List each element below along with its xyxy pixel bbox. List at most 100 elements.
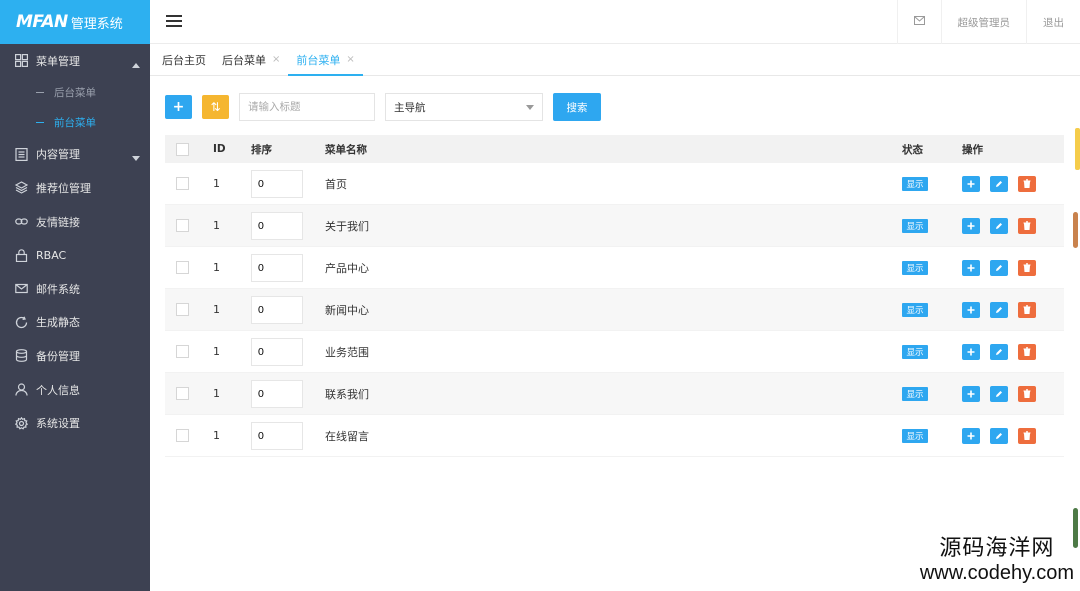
row-checkbox[interactable] (176, 387, 189, 400)
sort-order-input[interactable] (251, 169, 303, 198)
pencil-icon (996, 306, 1002, 313)
sidebar-subitem-frontend-menu[interactable]: 前台菜单 (0, 108, 150, 138)
delete-button[interactable] (1018, 343, 1036, 360)
mail-button[interactable] (896, 0, 941, 44)
add-child-button[interactable] (962, 427, 980, 444)
table-header: ID 排序 菜单名称 状态 操作 (165, 135, 1064, 163)
chevron-down-icon (526, 101, 534, 113)
sidebar: MFAN 管理系统 菜单管理 后台菜单 前台菜单 内容管理 推荐位管理 友情链接… (0, 0, 150, 591)
add-child-button[interactable] (962, 175, 980, 192)
current-user-link[interactable]: 超级管理员 (940, 0, 1027, 44)
delete-button[interactable] (1018, 301, 1036, 318)
delete-button[interactable] (1018, 175, 1036, 192)
dash-icon (36, 122, 44, 124)
search-input[interactable] (239, 93, 375, 121)
trash-icon (1023, 179, 1031, 188)
add-child-button[interactable] (962, 385, 980, 402)
sort-order-input[interactable] (251, 421, 303, 450)
mail-icon (913, 16, 925, 28)
sort-order-input[interactable] (251, 337, 303, 366)
cell-menu-name: 产品中心 (325, 261, 369, 275)
document-icon (14, 147, 28, 161)
trash-icon (1023, 263, 1031, 272)
sidebar-item-backup[interactable]: 备份管理 (0, 339, 150, 373)
sort-order-input[interactable] (251, 253, 303, 282)
row-checkbox[interactable] (176, 177, 189, 190)
user-icon (14, 383, 28, 397)
table-body: 1 首页 显示 1 关于我们 显示 (165, 163, 1064, 457)
delete-button[interactable] (1018, 427, 1036, 444)
edit-button[interactable] (990, 175, 1008, 192)
sidebar-item-profile[interactable]: 个人信息 (0, 373, 150, 407)
add-child-button[interactable] (962, 259, 980, 276)
row-checkbox[interactable] (176, 429, 189, 442)
edit-button[interactable] (990, 217, 1008, 234)
add-button[interactable]: + (165, 95, 192, 119)
add-child-button[interactable] (962, 217, 980, 234)
sort-button[interactable]: ⇅ (202, 95, 229, 119)
tab-backend-menu[interactable]: 后台菜单 × (214, 44, 288, 75)
sidebar-item-static[interactable]: 生成静态 (0, 306, 150, 340)
category-select[interactable]: 主导航 (385, 93, 543, 121)
edit-button[interactable] (990, 385, 1008, 402)
row-actions (962, 385, 1062, 402)
pencil-icon (996, 390, 1002, 397)
status-toggle-button[interactable]: 显示 (902, 260, 928, 275)
column-header-name: 菜单名称 (325, 143, 367, 156)
sidebar-item-menu-management[interactable]: 菜单管理 (0, 44, 150, 78)
status-toggle-button[interactable]: 显示 (902, 344, 928, 359)
status-toggle-button[interactable]: 显示 (902, 218, 928, 233)
plus-icon (967, 348, 975, 355)
status-toggle-button[interactable]: 显示 (902, 386, 928, 401)
sort-order-input[interactable] (251, 379, 303, 408)
cell-id: 1 (213, 219, 220, 232)
close-icon[interactable]: × (346, 54, 354, 65)
close-icon[interactable]: × (272, 54, 280, 65)
edit-button[interactable] (990, 301, 1008, 318)
row-checkbox[interactable] (176, 345, 189, 358)
hamburger-menu-icon[interactable] (166, 12, 182, 32)
sort-order-input[interactable] (251, 211, 303, 240)
sidebar-item-mail[interactable]: 邮件系统 (0, 272, 150, 306)
status-toggle-button[interactable]: 显示 (902, 176, 928, 191)
row-actions (962, 259, 1062, 276)
logo[interactable]: MFAN 管理系统 (0, 0, 150, 44)
sidebar-item-label: 邮件系统 (36, 282, 80, 296)
dash-icon (36, 92, 44, 94)
search-button[interactable]: 搜索 (553, 93, 601, 121)
edit-button[interactable] (990, 427, 1008, 444)
scrollbar-thumb[interactable] (1073, 212, 1078, 248)
row-checkbox[interactable] (176, 261, 189, 274)
sidebar-item-content-management[interactable]: 内容管理 (0, 138, 150, 172)
grid-icon (14, 54, 28, 68)
scrollbar-thumb[interactable] (1073, 508, 1078, 548)
sidebar-item-label: 个人信息 (36, 383, 80, 397)
add-child-button[interactable] (962, 301, 980, 318)
delete-button[interactable] (1018, 385, 1036, 402)
tab-frontend-menu[interactable]: 前台菜单 × (288, 44, 364, 76)
row-checkbox[interactable] (176, 219, 189, 232)
delete-button[interactable] (1018, 259, 1036, 276)
sidebar-item-label: 推荐位管理 (36, 181, 91, 195)
tab-label: 前台菜单 (296, 53, 341, 67)
sort-order-input[interactable] (251, 295, 303, 324)
sidebar-item-settings[interactable]: 系统设置 (0, 406, 150, 440)
edit-button[interactable] (990, 343, 1008, 360)
scrollbar-thumb[interactable] (1075, 128, 1080, 170)
sidebar-subitem-backend-menu[interactable]: 后台菜单 (0, 78, 150, 108)
tab-backend-home[interactable]: 后台主页 (154, 44, 214, 75)
row-checkbox[interactable] (176, 303, 189, 316)
table-row: 1 联系我们 显示 (165, 373, 1064, 415)
status-toggle-button[interactable]: 显示 (902, 428, 928, 443)
edit-button[interactable] (990, 259, 1008, 276)
status-toggle-button[interactable]: 显示 (902, 302, 928, 317)
sidebar-item-rbac[interactable]: RBAC (0, 238, 150, 272)
sidebar-item-recommend[interactable]: 推荐位管理 (0, 171, 150, 205)
plus-icon (967, 264, 975, 271)
delete-button[interactable] (1018, 217, 1036, 234)
logout-link[interactable]: 退出 (1026, 0, 1080, 44)
column-header-ops: 操作 (962, 143, 983, 156)
select-all-checkbox[interactable] (176, 142, 189, 156)
add-child-button[interactable] (962, 343, 980, 360)
sidebar-item-links[interactable]: 友情链接 (0, 205, 150, 239)
